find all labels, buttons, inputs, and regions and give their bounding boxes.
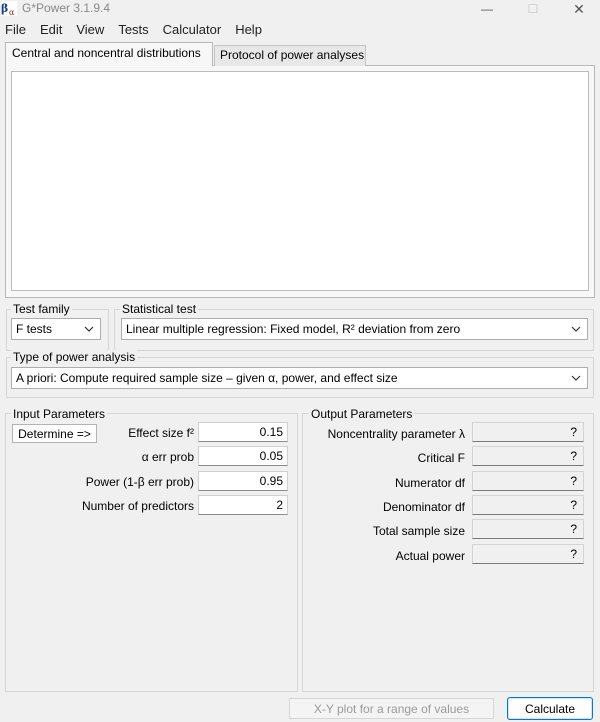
test-family-value: F tests xyxy=(16,322,53,336)
noncentrality-label: Noncentrality parameter λ xyxy=(327,427,465,441)
calculate-button[interactable]: Calculate xyxy=(507,697,593,720)
alpha-err-label: α err prob xyxy=(141,450,194,464)
minimize-button[interactable]: — xyxy=(464,0,510,18)
menu-view[interactable]: View xyxy=(71,22,111,37)
power-analysis-select[interactable]: A priori: Compute required sample size –… xyxy=(11,367,588,389)
num-predictors-label: Number of predictors xyxy=(81,499,194,513)
numerator-df-label: Numerator df xyxy=(394,476,465,490)
menu-bar: File Edit View Tests Calculator Help xyxy=(0,19,600,40)
menu-tests[interactable]: Tests xyxy=(113,22,155,37)
menu-file[interactable]: File xyxy=(0,22,33,37)
svg-text:β: β xyxy=(1,2,8,15)
tab-central-distributions[interactable]: Central and noncentral distributions xyxy=(5,42,213,66)
alpha-err-field[interactable]: 0.05 xyxy=(198,446,288,466)
total-sample-size-label: Total sample size xyxy=(372,524,465,538)
denominator-df-label: Denominator df xyxy=(382,500,465,514)
svg-text:α: α xyxy=(9,8,15,16)
test-family-select[interactable]: F tests xyxy=(11,318,101,340)
xy-plot-button[interactable]: X-Y plot for a range of values xyxy=(289,698,494,719)
statistical-test-label: Statistical test xyxy=(120,302,199,316)
menu-calculator[interactable]: Calculator xyxy=(158,22,229,37)
denominator-df-field: ? xyxy=(472,495,584,515)
total-sample-size-field: ? xyxy=(472,519,584,539)
distribution-plot-area xyxy=(11,71,589,291)
power-field[interactable]: 0.95 xyxy=(198,471,288,491)
close-button[interactable]: ✕ xyxy=(556,0,600,18)
actual-power-label: Actual power xyxy=(395,549,465,563)
actual-power-field: ? xyxy=(472,544,584,564)
statistical-test-value: Linear multiple regression: Fixed model,… xyxy=(126,322,461,336)
numerator-df-field: ? xyxy=(472,471,584,491)
noncentrality-field: ? xyxy=(472,422,584,442)
power-label: Power (1-β err prob) xyxy=(85,475,194,489)
statistical-test-select[interactable]: Linear multiple regression: Fixed model,… xyxy=(121,318,588,340)
effect-size-label: Effect size f² xyxy=(128,426,194,440)
window-title: G*Power 3.1.9.4 xyxy=(22,1,111,15)
maximize-button[interactable]: ☐ xyxy=(510,0,556,18)
tab-protocol[interactable]: Protocol of power analyses xyxy=(214,45,366,66)
critical-f-label: Critical F xyxy=(417,451,465,465)
menu-help[interactable]: Help xyxy=(230,22,269,37)
power-analysis-value: A priori: Compute required sample size –… xyxy=(16,371,398,385)
critical-f-field: ? xyxy=(472,446,584,466)
menu-edit[interactable]: Edit xyxy=(35,22,69,37)
num-predictors-field[interactable]: 2 xyxy=(198,495,288,515)
gpower-app-icon: β α xyxy=(1,1,17,16)
effect-size-field[interactable]: 0.15 xyxy=(198,422,288,442)
determine-button[interactable]: Determine => xyxy=(12,424,97,443)
output-parameters-title: Output Parameters xyxy=(309,407,415,421)
chevron-down-icon xyxy=(571,326,581,332)
chevron-down-icon xyxy=(84,326,94,332)
test-family-label: Test family xyxy=(11,302,72,316)
input-parameters-title: Input Parameters xyxy=(11,407,108,421)
power-analysis-label: Type of power analysis xyxy=(11,350,138,364)
chevron-down-icon xyxy=(571,375,581,381)
